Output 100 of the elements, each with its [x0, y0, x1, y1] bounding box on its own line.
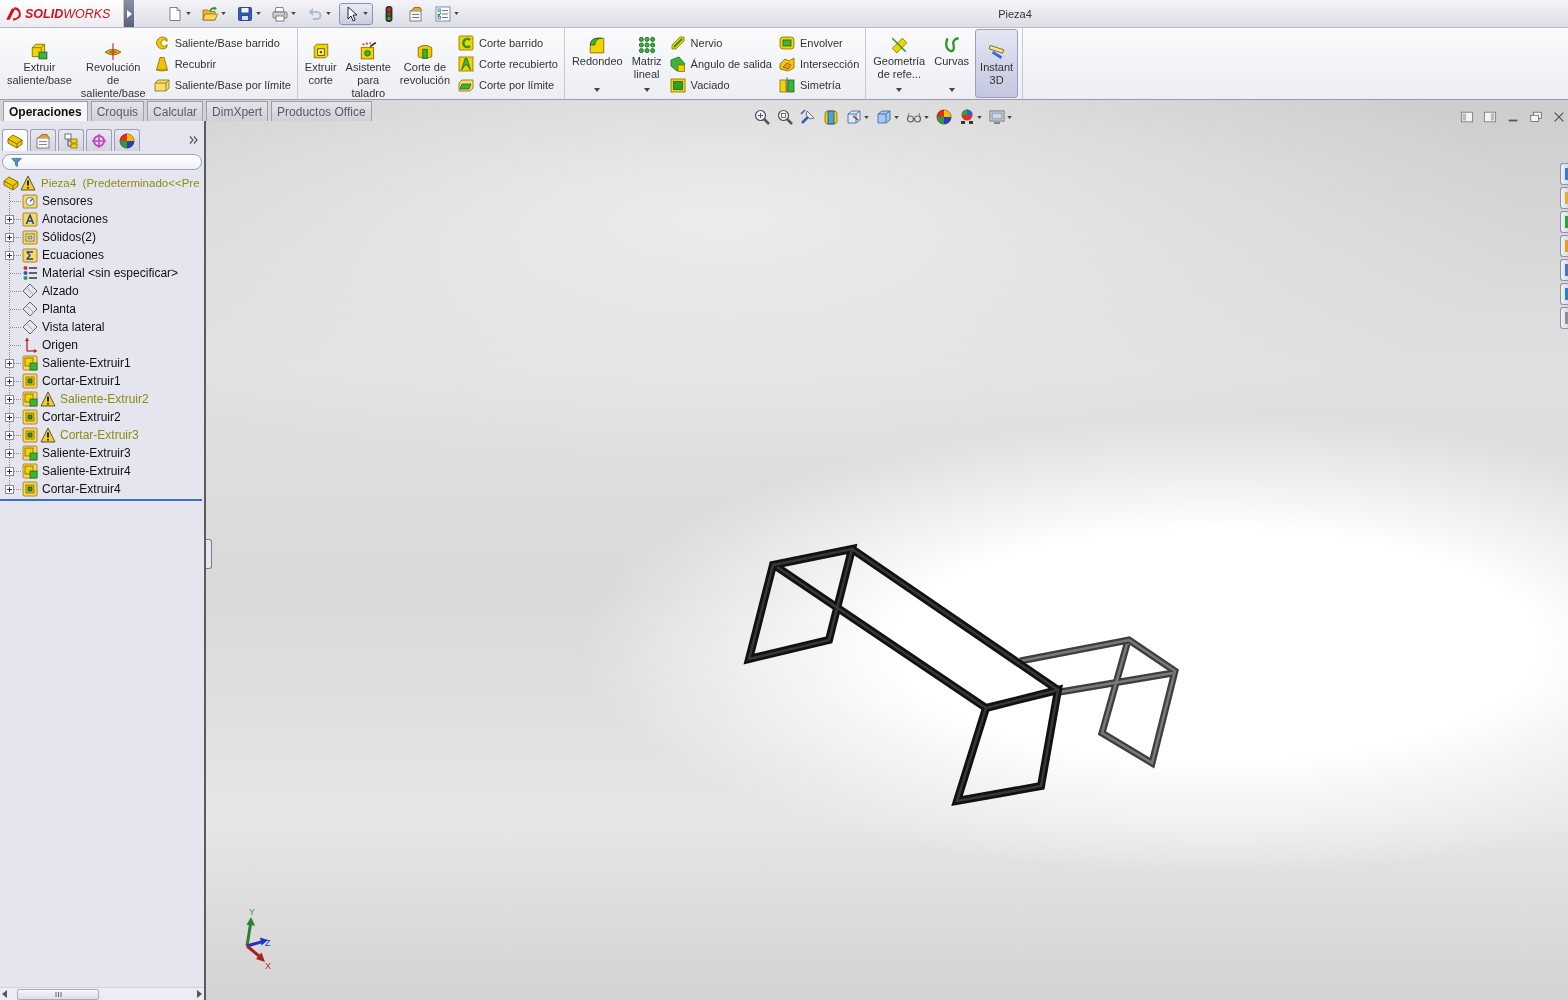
intersect-shape-icon: [778, 56, 795, 72]
tree-item[interactable]: Material <sin especificar>: [22, 264, 179, 282]
tab[interactable]: DimXpert: [206, 101, 269, 121]
ribbon-button[interactable]: Corte por límite: [458, 75, 558, 95]
expand-icon[interactable]: [5, 250, 14, 260]
tree-item[interactable]: Ecuaciones: [22, 246, 105, 264]
ribbon-button[interactable]: Saliente/Base barrido: [153, 33, 291, 53]
ribbon-button[interactable]: Redondeo: [568, 29, 626, 98]
scrollbar-thumb[interactable]: [17, 988, 99, 1000]
tree-item[interactable]: Sólidos(2): [22, 228, 97, 246]
panel-tab[interactable]: [2, 129, 28, 151]
expand-icon[interactable]: [5, 376, 14, 386]
task-pane-tab[interactable]: [1560, 307, 1568, 329]
ribbon-button[interactable]: Saliente/Base por límite: [153, 75, 291, 95]
tree-item[interactable]: Cortar-Extruir4: [22, 480, 121, 498]
shell-block-icon: [669, 77, 686, 93]
ribbon-button[interactable]: Extruir corte: [301, 29, 340, 98]
ribbon-button[interactable]: Corte de revolución: [396, 29, 453, 98]
tree-item[interactable]: Anotaciones: [22, 210, 109, 228]
task-pane-tab[interactable]: [1560, 163, 1568, 185]
ribbon-button[interactable]: Corte recubierto: [458, 54, 558, 74]
task-pane-tab[interactable]: [1560, 235, 1568, 257]
drilled-block-icon: [359, 42, 378, 60]
menu-flyout-button[interactable]: [124, 0, 134, 27]
expand-icon[interactable]: [5, 214, 14, 224]
caret-down-icon: [977, 115, 982, 119]
expand-icon[interactable]: [5, 448, 14, 458]
task-pane-tab[interactable]: [1560, 187, 1568, 209]
tree-item[interactable]: Alzado: [22, 282, 79, 300]
horizontal-scrollbar[interactable]: [0, 987, 204, 1000]
tab[interactable]: Productos Office: [271, 101, 372, 121]
panel-tab[interactable]: [114, 129, 140, 151]
view-toolbar-button[interactable]: [754, 108, 770, 126]
task-pane-tab[interactable]: [1560, 211, 1568, 233]
tree-item[interactable]: Saliente-Extruir1: [22, 354, 131, 372]
expand-icon[interactable]: [5, 394, 14, 404]
tab[interactable]: Operaciones: [3, 101, 88, 121]
tree-item[interactable]: Cortar-Extruir1: [22, 372, 121, 390]
panel-tab[interactable]: [30, 129, 56, 151]
scroll-left-icon[interactable]: [2, 990, 7, 998]
tree-item[interactable]: Sensores: [22, 192, 93, 210]
view-toolbar-button[interactable]: [777, 108, 793, 126]
view-toolbar-button[interactable]: [936, 108, 952, 126]
filter-field[interactable]: [2, 154, 202, 170]
expand-icon[interactable]: [5, 430, 14, 440]
panel-tab[interactable]: [58, 129, 84, 151]
view-toolbar-button[interactable]: [846, 108, 869, 126]
view-toolbar-button[interactable]: [800, 108, 816, 126]
tree-item[interactable]: Saliente-Extruir4: [22, 462, 131, 480]
view-toolbar-button[interactable]: [959, 108, 982, 126]
expand-icon[interactable]: [5, 484, 14, 494]
double-chevron-icon[interactable]: [189, 136, 198, 144]
task-pane-tab[interactable]: [1560, 259, 1568, 281]
ribbon-button[interactable]: Revolución de saliente/base: [77, 29, 149, 98]
ribbon-button[interactable]: Matriz lineal: [628, 29, 665, 98]
configuration-tree-icon: [63, 132, 79, 149]
axis-label: X: [265, 961, 271, 971]
ribbon-button[interactable]: Nervio: [669, 33, 772, 53]
tile-left-icon[interactable]: [1460, 110, 1474, 124]
ribbon-button[interactable]: Simetría: [778, 75, 860, 95]
tree-item[interactable]: Planta: [22, 300, 77, 318]
ribbon-button[interactable]: Instant 3D: [975, 29, 1019, 98]
tab[interactable]: Croquis: [90, 101, 145, 121]
tab[interactable]: Calcular: [147, 101, 204, 121]
axis-label: Y: [249, 907, 255, 917]
expand-icon[interactable]: [5, 232, 14, 242]
ribbon-button[interactable]: Envolver: [778, 33, 860, 53]
task-pane-tab[interactable]: [1560, 283, 1568, 305]
tree-item[interactable]: Cortar-Extruir2: [22, 408, 121, 426]
scroll-right-icon[interactable]: [197, 990, 202, 998]
restore-icon[interactable]: [1529, 110, 1543, 124]
pane-tab-icon: [1565, 168, 1568, 180]
expand-icon[interactable]: [5, 412, 14, 422]
logo-text: SOLIDWORKS: [25, 6, 111, 21]
ribbon-button[interactable]: Extruir saliente/base: [4, 29, 75, 98]
caret-down-icon: [896, 88, 903, 92]
solid-folder-icon: [22, 229, 38, 245]
ribbon-button[interactable]: Corte barrido: [458, 33, 558, 53]
close-icon[interactable]: [1552, 110, 1566, 124]
ribbon-button[interactable]: Recubrir: [153, 54, 291, 74]
expand-icon[interactable]: [5, 358, 14, 368]
cut-feature-icon: [22, 427, 38, 443]
ribbon-button[interactable]: Geometría de refe...: [870, 29, 929, 98]
plane-icon: [22, 283, 38, 299]
rounded-block-icon: [588, 36, 607, 54]
tree-item[interactable]: Saliente-Extruir3: [22, 444, 131, 462]
blank-page-icon: [167, 5, 183, 22]
ribbon-button[interactable]: Ángulo de salida: [669, 54, 772, 74]
expand-icon[interactable]: [5, 466, 14, 476]
panel-tab[interactable]: [86, 129, 112, 151]
ribbon-button[interactable]: Vaciado: [669, 75, 772, 95]
toolbar-button[interactable]: [339, 2, 373, 25]
tile-right-icon[interactable]: [1483, 110, 1497, 124]
ribbon-button[interactable]: Asistente para taladro: [342, 29, 394, 98]
ribbon-button[interactable]: Curvas: [931, 29, 973, 98]
ribbon-button[interactable]: Intersección: [778, 54, 860, 74]
splitter-handle[interactable]: [206, 539, 212, 569]
tree-item[interactable]: Origen: [22, 336, 79, 354]
tree-item[interactable]: Vista lateral: [22, 318, 105, 336]
window-title: Pieza4: [997, 6, 1033, 22]
